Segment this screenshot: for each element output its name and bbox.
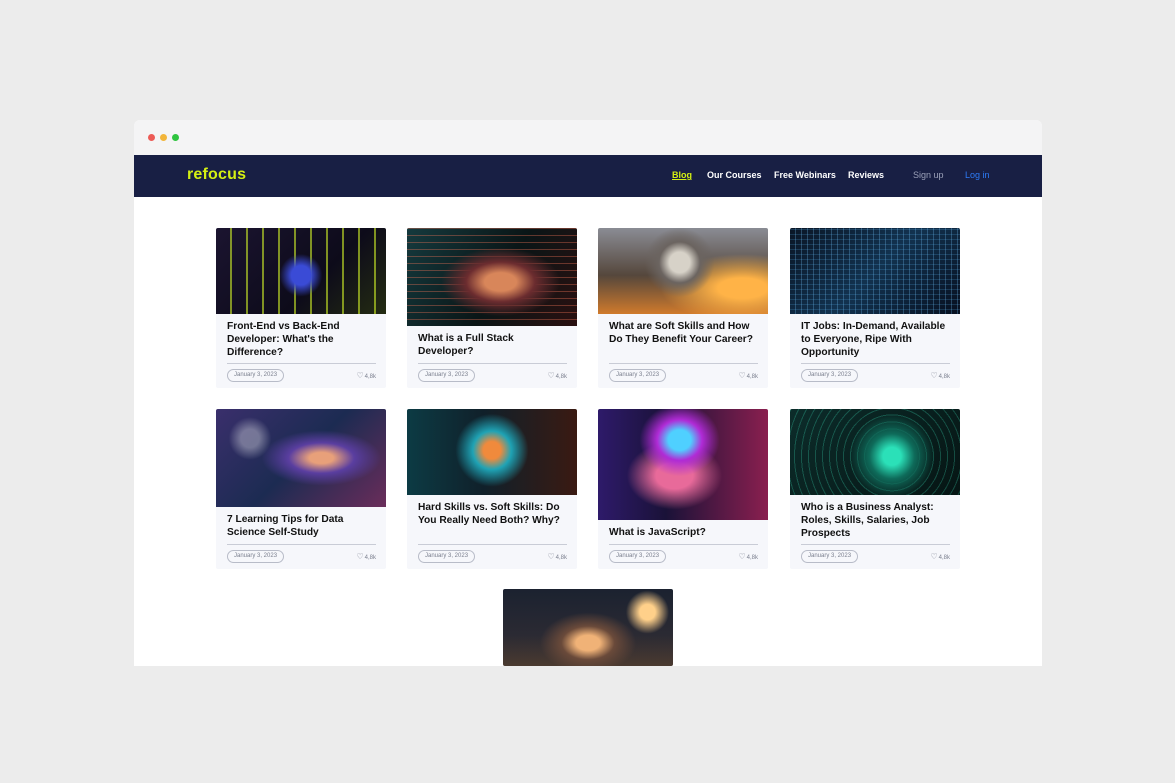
post-title[interactable]: IT Jobs: In-Demand, Available to Everyon… — [801, 320, 952, 359]
card-divider — [609, 363, 758, 364]
post-thumbnail-image[interactable] — [216, 228, 386, 314]
likes-count-value: 4,8k — [938, 374, 950, 380]
post-date-badge: January 3, 2023 — [418, 369, 476, 382]
minimize-window-button[interactable] — [160, 134, 167, 141]
post-thumbnail-image[interactable] — [216, 409, 386, 507]
blog-card[interactable]: Who is a Business Analyst: Roles, Skills… — [790, 409, 960, 569]
post-date-badge: January 3, 2023 — [609, 369, 667, 382]
likes-count-value: 4,8k — [938, 555, 950, 561]
post-thumbnail-image[interactable] — [598, 409, 768, 520]
post-thumbnail-image[interactable] — [503, 589, 673, 666]
post-title[interactable]: What is a Full Stack Developer? — [418, 332, 569, 358]
heart-icon[interactable]: ♡ — [738, 371, 745, 380]
card-divider — [609, 544, 758, 545]
blog-card[interactable]: What is a Full Stack Developer? January … — [407, 228, 577, 388]
maximize-window-button[interactable] — [172, 134, 179, 141]
heart-icon[interactable]: ♡ — [356, 552, 363, 561]
post-date-badge: January 3, 2023 — [227, 369, 285, 382]
likes-count-value: 4,8k — [746, 555, 758, 561]
post-date-badge: January 3, 2023 — [609, 550, 667, 563]
blog-card[interactable]: What are Soft Skills and How Do They Ben… — [598, 228, 768, 388]
nav-free-webinars-link[interactable]: Free Webinars — [774, 170, 836, 180]
post-thumbnail-image[interactable] — [598, 228, 768, 314]
post-date-badge: January 3, 2023 — [227, 550, 285, 563]
likes-count: ♡4,8k — [930, 550, 950, 565]
card-divider — [418, 544, 567, 545]
blog-card[interactable]: IT Jobs: In-Demand, Available to Everyon… — [790, 228, 960, 388]
window-chrome — [134, 120, 1042, 155]
nav-reviews-link[interactable]: Reviews — [848, 170, 884, 180]
post-date-badge: January 3, 2023 — [801, 369, 859, 382]
heart-icon[interactable]: ♡ — [930, 552, 937, 561]
heart-icon[interactable]: ♡ — [738, 552, 745, 561]
heart-icon[interactable]: ♡ — [356, 371, 363, 380]
likes-count-value: 4,8k — [555, 374, 567, 380]
close-window-button[interactable] — [148, 134, 155, 141]
site-logo[interactable]: refocus — [187, 166, 246, 184]
post-thumbnail-image[interactable] — [790, 409, 960, 495]
post-title[interactable]: 7 Learning Tips for Data Science Self-St… — [227, 513, 378, 539]
likes-count-value: 4,8k — [364, 374, 376, 380]
post-thumbnail-image[interactable] — [407, 409, 577, 495]
likes-count-value: 4,8k — [364, 555, 376, 561]
browser-window: refocus Blog Our Courses Free Webinars R… — [134, 120, 1042, 666]
card-divider — [801, 363, 950, 364]
blog-grid: Front-End vs Back-End Developer: What's … — [134, 197, 1042, 666]
card-divider — [227, 363, 376, 364]
likes-count: ♡4,8k — [547, 550, 567, 565]
post-date-badge: January 3, 2023 — [801, 550, 859, 563]
post-title[interactable]: What are Soft Skills and How Do They Ben… — [609, 320, 760, 346]
site-navbar: refocus Blog Our Courses Free Webinars R… — [134, 155, 1042, 197]
blog-card[interactable]: What is JavaScript? January 3, 2023 ♡4,8… — [598, 409, 768, 569]
log-in-link[interactable]: Log in — [965, 170, 990, 180]
post-title[interactable]: What is JavaScript? — [609, 526, 760, 539]
post-thumbnail-image[interactable] — [407, 228, 577, 326]
heart-icon[interactable]: ♡ — [547, 371, 554, 380]
likes-count: ♡4,8k — [930, 369, 950, 384]
nav-blog-link[interactable]: Blog — [672, 170, 692, 180]
post-title[interactable]: Who is a Business Analyst: Roles, Skills… — [801, 501, 952, 540]
nav-our-courses-link[interactable]: Our Courses — [707, 170, 762, 180]
blog-card[interactable]: 7 Learning Tips for Data Science Self-St… — [216, 409, 386, 569]
likes-count: ♡4,8k — [738, 550, 758, 565]
post-title[interactable]: Front-End vs Back-End Developer: What's … — [227, 320, 378, 359]
likes-count: ♡4,8k — [356, 369, 376, 384]
blog-card[interactable] — [503, 589, 673, 666]
likes-count-value: 4,8k — [555, 555, 567, 561]
card-divider — [227, 544, 376, 545]
likes-count: ♡4,8k — [738, 369, 758, 384]
card-divider — [801, 544, 950, 545]
post-thumbnail-image[interactable] — [790, 228, 960, 314]
likes-count: ♡4,8k — [547, 369, 567, 384]
heart-icon[interactable]: ♡ — [547, 552, 554, 561]
blog-card[interactable]: Front-End vs Back-End Developer: What's … — [216, 228, 386, 388]
sign-up-link[interactable]: Sign up — [913, 170, 944, 180]
heart-icon[interactable]: ♡ — [930, 371, 937, 380]
blog-card[interactable]: Hard Skills vs. Soft Skills: Do You Real… — [407, 409, 577, 569]
likes-count-value: 4,8k — [746, 374, 758, 380]
post-date-badge: January 3, 2023 — [418, 550, 476, 563]
likes-count: ♡4,8k — [356, 550, 376, 565]
post-title[interactable]: Hard Skills vs. Soft Skills: Do You Real… — [418, 501, 569, 527]
card-divider — [418, 363, 567, 364]
